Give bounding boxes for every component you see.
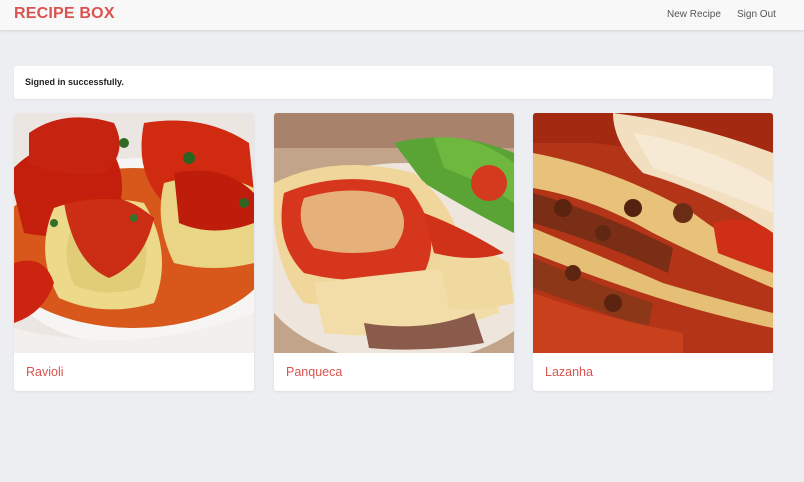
lazanha-image[interactable] (533, 113, 773, 353)
navbar: RECIPE BOX New Recipe Sign Out (0, 0, 804, 31)
new-recipe-link[interactable]: New Recipe (667, 9, 721, 20)
recipe-title-link[interactable]: Panqueca (286, 365, 342, 379)
panqueca-image[interactable] (274, 113, 514, 353)
recipe-card-lazanha[interactable]: Lazanha (533, 113, 773, 391)
ravioli-image[interactable] (14, 113, 254, 353)
sign-out-link[interactable]: Sign Out (737, 9, 776, 20)
recipe-card-panqueca[interactable]: Panqueca (274, 113, 514, 391)
brand-logo-link[interactable]: RECIPE BOX (14, 5, 115, 23)
recipe-title-link[interactable]: Ravioli (26, 365, 64, 379)
recipe-card-ravioli[interactable]: Ravioli (14, 113, 254, 391)
flash-message: Signed in successfully. (14, 66, 773, 99)
recipe-title-link[interactable]: Lazanha (545, 365, 593, 379)
